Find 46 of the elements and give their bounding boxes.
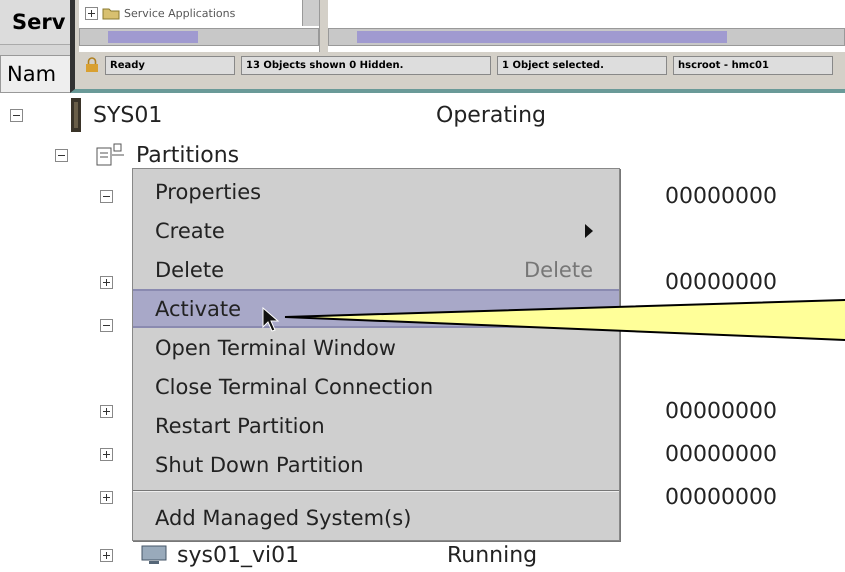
collapse-icon[interactable]	[55, 148, 68, 162]
mouse-pointer-icon	[262, 307, 280, 333]
submenu-arrow-icon	[585, 224, 593, 238]
status-text: Running	[447, 543, 538, 568]
partition-icon	[96, 143, 126, 167]
tree-item[interactable]: Partitions	[136, 142, 240, 168]
table-cell: 00000000	[665, 399, 777, 424]
menu-item[interactable]: Shut Down Partition	[133, 445, 619, 484]
tree-item[interactable]: SYS01	[93, 102, 436, 128]
column-header[interactable]: Nam	[0, 55, 70, 93]
status-text: Ready	[105, 56, 235, 74]
menu-item[interactable]: Restart Partition	[133, 406, 619, 445]
menu-item[interactable]: Properties	[133, 172, 619, 211]
expand-icon[interactable]	[100, 276, 113, 289]
status-text: 1 Object selected.	[497, 56, 667, 74]
collapse-icon[interactable]	[10, 108, 23, 122]
collapse-icon[interactable]	[100, 190, 113, 203]
vertical-scrollbar[interactable]	[302, 0, 319, 26]
lock-icon	[85, 57, 99, 73]
expand-icon[interactable]	[100, 448, 113, 461]
monitor-icon	[141, 545, 167, 565]
shortcut-text: Delete	[524, 258, 593, 282]
status-text: Operating	[436, 102, 546, 128]
status-text: 13 Objects shown 0 Hidden.	[241, 56, 491, 74]
folder-icon	[102, 6, 120, 20]
table-cell: 00000000	[665, 485, 777, 510]
tree-item[interactable]: sys01_vi01	[177, 543, 447, 568]
server-icon	[71, 98, 81, 132]
table-cell: 00000000	[665, 442, 777, 467]
menu-item[interactable]: Open Terminal Window	[133, 328, 619, 367]
collapse-icon[interactable]	[100, 319, 113, 332]
menu-item[interactable]: Add Managed System(s)	[133, 498, 619, 537]
table-cell: 00000000	[665, 184, 777, 209]
expand-icon[interactable]	[85, 6, 98, 20]
horizontal-scrollbar[interactable]	[328, 28, 845, 46]
expand-icon[interactable]	[100, 405, 113, 418]
expand-icon[interactable]	[100, 549, 113, 562]
toolbar-button[interactable]: Serv	[0, 0, 70, 45]
status-text: hscroot - hmc01	[673, 56, 833, 74]
menu-item[interactable]: Close Terminal Connection	[133, 367, 619, 406]
expand-icon[interactable]	[100, 491, 113, 504]
horizontal-scrollbar[interactable]	[79, 28, 319, 46]
menu-item[interactable]: Create	[133, 211, 619, 250]
tree-item[interactable]: Service Applications	[124, 6, 236, 20]
table-cell: 00000000	[665, 270, 777, 295]
menu-item[interactable]: Delete Delete	[133, 250, 619, 289]
